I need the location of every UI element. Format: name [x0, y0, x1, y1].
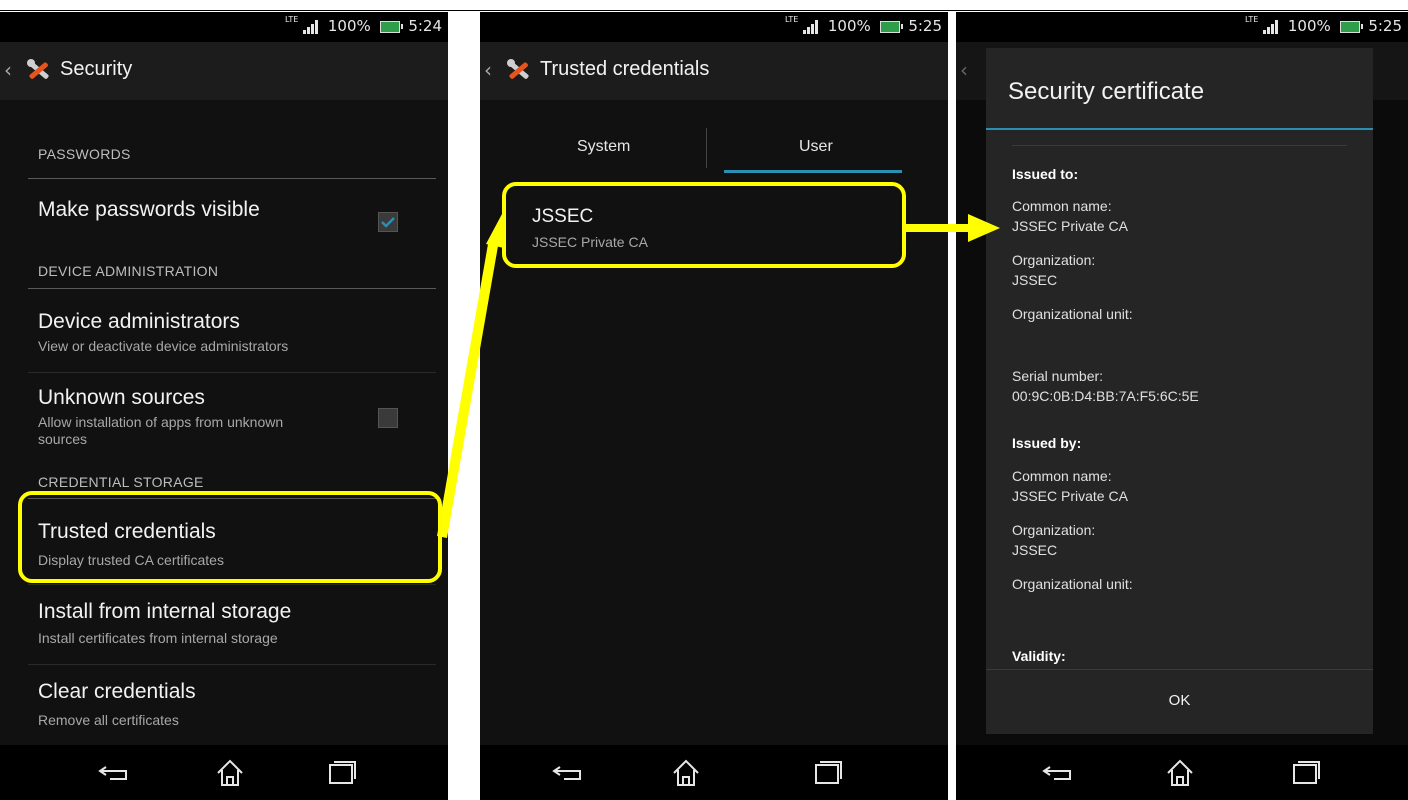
arrow-icon — [906, 214, 1000, 242]
arrow-icon — [437, 214, 504, 538]
annotation-overlay — [437, 214, 1000, 538]
